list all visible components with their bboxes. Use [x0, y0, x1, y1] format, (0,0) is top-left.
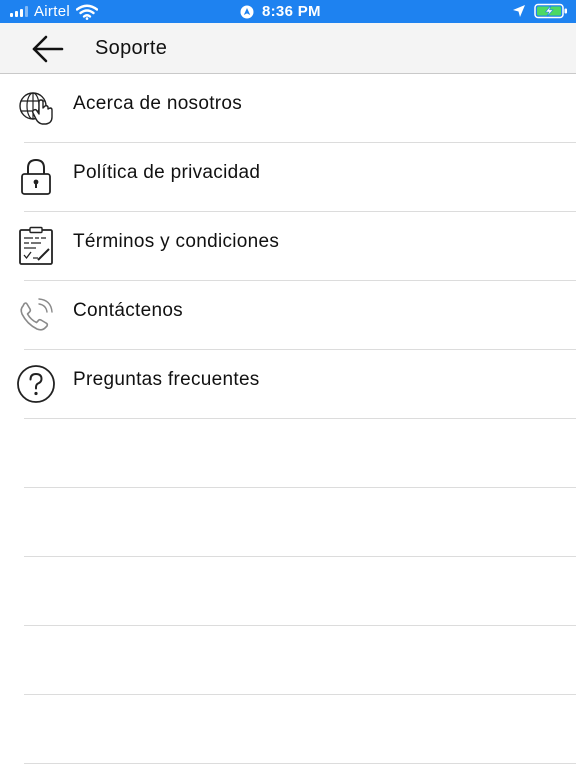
lock-icon	[21, 158, 51, 195]
navigation-bar: Soporte	[0, 23, 576, 74]
menu-item-terms-conditions[interactable]: Términos y condiciones	[0, 212, 576, 281]
clock-time: 8:36 PM	[262, 3, 321, 20]
page-title: Soporte	[95, 37, 168, 59]
menu-item-about-us[interactable]: Acerca de nosotros	[0, 74, 576, 143]
menu-item-label: Política de privacidad	[73, 162, 261, 183]
alarm-icon	[240, 5, 254, 18]
phone-icon	[20, 298, 53, 331]
status-bar-left: Airtel	[10, 3, 98, 20]
question-circle-icon	[17, 365, 55, 403]
carrier-name: Airtel	[34, 3, 70, 20]
arrow-left-icon	[32, 35, 64, 63]
empty-row	[0, 419, 576, 488]
wifi-icon	[75, 4, 98, 20]
location-arrow-icon	[513, 5, 525, 17]
menu-item-label: Contáctenos	[73, 300, 183, 321]
signal-icon	[10, 6, 28, 17]
menu-item-label: Acerca de nosotros	[73, 93, 243, 114]
empty-row	[0, 557, 576, 626]
menu-item-faq[interactable]: Preguntas frecuentes	[0, 350, 576, 419]
back-button[interactable]	[28, 33, 68, 65]
clipboard-icon	[19, 226, 53, 265]
empty-row	[0, 488, 576, 557]
battery-charging-icon	[534, 3, 567, 19]
status-bar-center: 8:36 PM	[240, 3, 321, 20]
empty-row	[0, 626, 576, 695]
menu-item-label: Preguntas frecuentes	[73, 369, 260, 390]
menu-item-privacy-policy[interactable]: Política de privacidad	[0, 143, 576, 212]
globe-hand-icon	[19, 92, 53, 125]
status-bar: Airtel 8:36 PM	[0, 0, 576, 23]
empty-row	[0, 695, 576, 764]
support-menu-list: Acerca de nosotros Política de privacida…	[0, 74, 576, 419]
menu-item-label: Términos y condiciones	[73, 231, 280, 252]
status-bar-right	[512, 3, 568, 19]
empty-table-rows	[0, 419, 576, 764]
menu-item-contact-us[interactable]: Contáctenos	[0, 281, 576, 350]
